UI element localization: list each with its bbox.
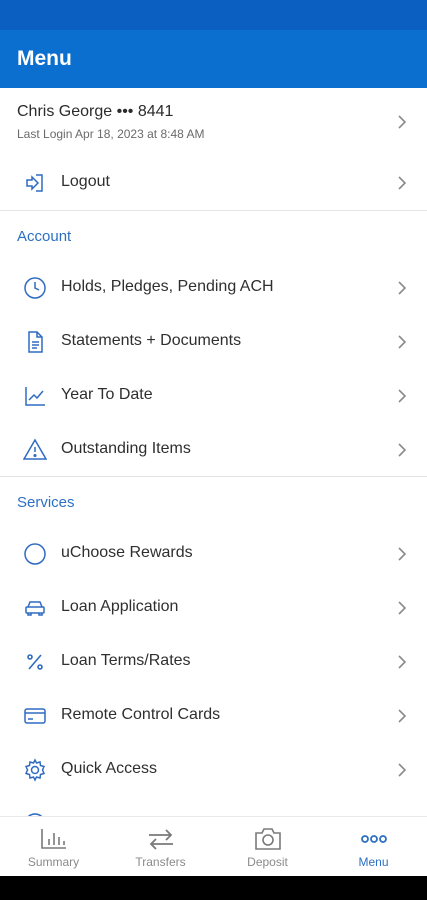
chevron-right-icon: [397, 655, 407, 669]
logout-button[interactable]: Logout: [0, 156, 427, 210]
nav-label: Deposit: [247, 855, 288, 869]
bottom-nav: Summary Transfers Deposit Menu: [0, 816, 427, 876]
menu-item-label: Year To Date: [61, 386, 153, 403]
nav-menu[interactable]: Menu: [320, 817, 427, 877]
menu-content: Chris George ••• 8441 Last Login Apr 18,…: [0, 88, 427, 816]
menu-item-statements[interactable]: Statements + Documents: [0, 315, 427, 369]
percent-icon: [23, 650, 47, 674]
profile-row[interactable]: Chris George ••• 8441 Last Login Apr 18,…: [0, 88, 427, 154]
menu-item-uchoose-rewards[interactable]: uChoose Rewards: [0, 527, 427, 581]
nav-summary[interactable]: Summary: [0, 817, 107, 877]
divider: [0, 210, 427, 211]
system-nav-bar: [0, 876, 427, 900]
menu-item-year-to-date[interactable]: Year To Date: [0, 369, 427, 423]
camera-icon: [253, 827, 283, 851]
transfer-arrows-icon: [146, 827, 176, 851]
page-title: Menu: [17, 47, 72, 70]
last-login-text: Last Login Apr 18, 2023 at 8:48 AM: [17, 127, 205, 141]
menu-item-partial[interactable]: [0, 797, 427, 816]
section-title-services: Services: [17, 494, 75, 511]
menu-item-holds[interactable]: Holds, Pledges, Pending ACH: [0, 261, 427, 315]
line-chart-icon: [23, 384, 47, 408]
menu-item-label: Loan Application: [61, 598, 179, 615]
menu-item-label: uChoose Rewards: [61, 544, 193, 561]
nav-deposit[interactable]: Deposit: [214, 817, 321, 877]
menu-item-label: Outstanding Items: [61, 440, 191, 457]
card-icon: [23, 704, 47, 728]
menu-item-label: Statements + Documents: [61, 332, 242, 349]
menu-item-outstanding[interactable]: Outstanding Items: [0, 423, 427, 477]
menu-item-label: Remote Control Cards: [61, 706, 221, 723]
app-header: Menu: [0, 30, 427, 88]
menu-item-loan-terms[interactable]: Loan Terms/Rates: [0, 635, 427, 689]
menu-item-label: Quick Access: [61, 760, 158, 777]
chevron-right-icon: [397, 547, 407, 561]
menu-item-label: Loan Terms/Rates: [61, 652, 191, 669]
nav-label: Menu: [358, 855, 389, 869]
nav-transfers[interactable]: Transfers: [107, 817, 214, 877]
chevron-right-icon: [397, 443, 407, 457]
chevron-right-icon: [397, 176, 407, 190]
chevron-right-icon: [397, 601, 407, 615]
warning-icon: [22, 438, 48, 462]
chevron-right-icon: [397, 115, 407, 129]
logout-label: Logout: [61, 173, 110, 190]
chevron-right-icon: [397, 709, 407, 723]
divider: [0, 476, 427, 477]
menu-item-loan-application[interactable]: Loan Application: [0, 581, 427, 635]
nav-label: Summary: [27, 855, 80, 869]
more-icon: [359, 827, 389, 851]
circle-icon: [23, 542, 47, 566]
car-icon: [23, 596, 47, 620]
menu-item-quick-access[interactable]: Quick Access: [0, 743, 427, 797]
bar-chart-icon: [39, 827, 69, 851]
menu-item-remote-control-cards[interactable]: Remote Control Cards: [0, 689, 427, 743]
section-title-account: Account: [17, 228, 72, 245]
profile-name: Chris George ••• 8441: [17, 103, 174, 120]
logout-icon: [23, 171, 47, 195]
gear-icon: [23, 758, 47, 782]
document-icon: [23, 330, 47, 354]
chevron-right-icon: [397, 389, 407, 403]
chevron-right-icon: [397, 763, 407, 777]
clock-icon: [23, 276, 47, 300]
nav-label: Transfers: [135, 855, 186, 869]
chevron-right-icon: [397, 335, 407, 349]
status-bar: [0, 0, 427, 30]
chevron-right-icon: [397, 281, 407, 295]
menu-item-label: Holds, Pledges, Pending ACH: [61, 278, 274, 295]
